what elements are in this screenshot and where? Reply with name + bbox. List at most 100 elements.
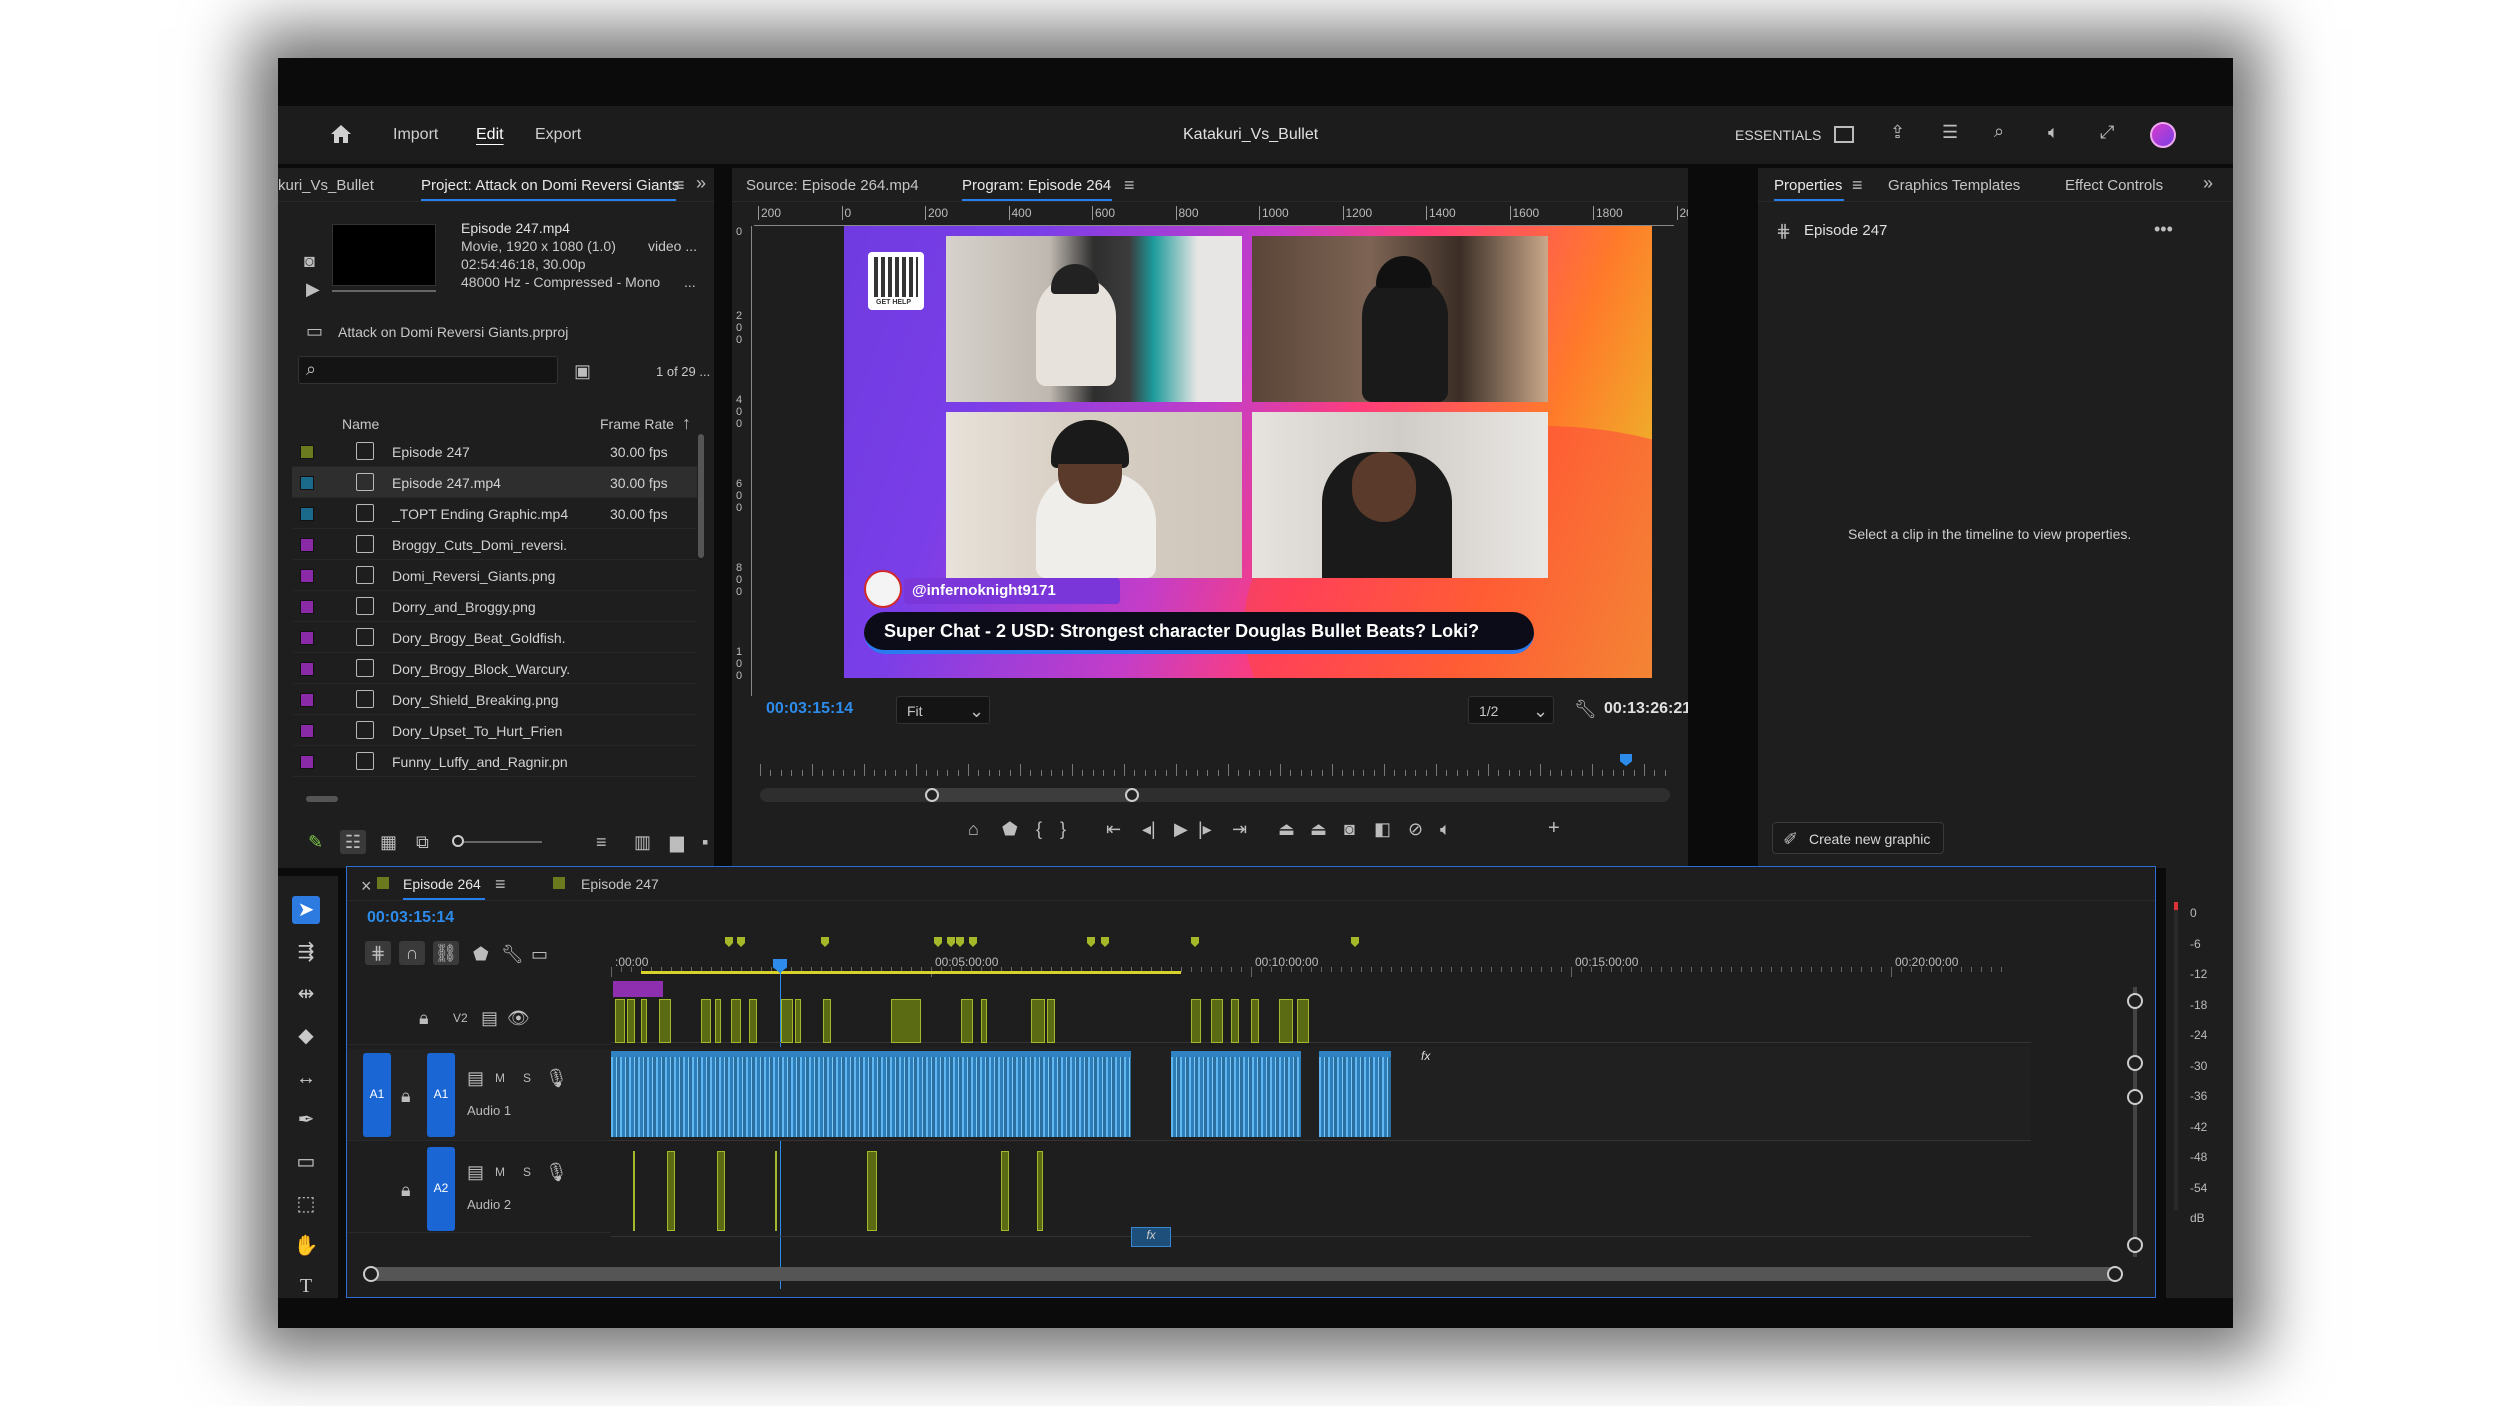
scroll-handle-left[interactable] — [363, 1266, 379, 1282]
video-clip[interactable] — [823, 999, 831, 1043]
tab-project[interactable]: Project: Attack on Domi Reversi Giants — [421, 177, 679, 194]
list-item[interactable]: Broggy_Cuts_Domi_reversi. — [292, 529, 697, 560]
caption-icon[interactable]: ▭ — [531, 945, 548, 963]
tab-episode-247[interactable]: Episode 247 — [581, 876, 659, 892]
label-color-swatch[interactable] — [300, 538, 314, 552]
selection-tool-icon[interactable]: ➤ — [292, 896, 320, 924]
tab-menu-icon[interactable]: ≡ — [1124, 176, 1135, 194]
menu-export[interactable]: Export — [535, 126, 581, 144]
vertical-scroll-handle-mid[interactable] — [2127, 1055, 2143, 1071]
pen-icon[interactable]: ✎ — [308, 833, 323, 851]
go-to-out-icon[interactable]: ⇥ — [1232, 820, 1247, 838]
work-area-bar[interactable] — [641, 971, 1181, 974]
video-clip[interactable] — [627, 999, 635, 1043]
sort-icon[interactable]: ≡ — [596, 833, 607, 851]
linked-selection-icon[interactable]: ⛓ — [433, 941, 459, 965]
list-scrollbar[interactable] — [698, 434, 704, 558]
mute-button[interactable]: M — [495, 1165, 505, 1179]
wrench-icon[interactable]: 🔧︎ — [1574, 700, 1597, 718]
menu-edit[interactable]: Edit — [476, 126, 504, 144]
audio-clip[interactable] — [1001, 1151, 1009, 1231]
volume-icon[interactable]: 🔈︎ — [2048, 123, 2059, 141]
slip-tool-icon[interactable]: ↔ — [292, 1064, 320, 1092]
video-clip[interactable] — [1251, 999, 1259, 1043]
sequence-marker[interactable] — [1087, 937, 1095, 947]
list-item[interactable]: Dory_Shield_Breaking.png — [292, 684, 697, 715]
new-item-icon[interactable]: ▪ — [702, 833, 708, 851]
video-clip[interactable] — [659, 999, 671, 1043]
label-color-swatch[interactable] — [300, 631, 314, 645]
add-button-icon[interactable]: + — [1548, 818, 1560, 838]
sequence-marker[interactable] — [1101, 937, 1109, 947]
razor-tool-icon[interactable]: ◆ — [292, 1022, 320, 1050]
video-clip[interactable] — [715, 999, 721, 1043]
zoom-slider[interactable] — [454, 841, 542, 843]
tab-properties[interactable]: Properties — [1774, 177, 1842, 194]
source-a1-patch[interactable]: A1 — [363, 1053, 391, 1137]
track-a2-target[interactable]: A2 — [427, 1147, 455, 1231]
menu-import[interactable]: Import — [393, 126, 438, 144]
extract-icon[interactable]: ⏏ — [1310, 820, 1327, 838]
vertical-scroll-handle-mid2[interactable] — [2127, 1089, 2143, 1105]
ripple-edit-icon[interactable]: ⇹ — [292, 980, 320, 1008]
fullscreen-icon[interactable]: ⤢ — [2100, 123, 2114, 141]
video-clip[interactable] — [981, 999, 987, 1043]
queue-icon[interactable]: ☰ — [1942, 123, 1958, 141]
scroll-handle-right[interactable] — [2107, 1266, 2123, 1282]
hand-tool-icon[interactable]: ✋ — [292, 1232, 320, 1260]
tab-menu-icon[interactable]: ≡ — [674, 176, 685, 194]
fit-dropdown[interactable]: Fit ⌄ — [896, 696, 990, 724]
video-clip[interactable] — [781, 999, 793, 1043]
step-forward-icon[interactable]: |▸ — [1198, 820, 1212, 838]
video-clip[interactable] — [1047, 999, 1055, 1043]
list-item[interactable]: Episode 247.mp4 30.00 fps — [292, 467, 697, 498]
mark-in-icon[interactable]: { — [1036, 820, 1042, 838]
audio-clip[interactable] — [633, 1151, 635, 1231]
clip-info-1-dropdown[interactable]: video ... — [648, 238, 697, 254]
timeline-tracks[interactable]: fx fx — [611, 979, 2031, 1247]
share-icon[interactable]: ⇪ — [1890, 123, 1905, 141]
sync-lock-icon[interactable]: ▤ — [467, 1163, 484, 1181]
list-item[interactable]: Dorry_and_Broggy.png — [292, 591, 697, 622]
zoom-slider-handle[interactable] — [452, 835, 464, 847]
label-color-swatch[interactable] — [300, 662, 314, 676]
object-select-icon[interactable]: ⬚ — [292, 1190, 320, 1218]
clip-info-3-dropdown[interactable]: ... — [684, 274, 696, 290]
wrench-icon[interactable]: 🔧︎ — [501, 945, 524, 963]
track-select-icon[interactable]: ⇶ — [292, 938, 320, 966]
new-bin-icon[interactable]: ▣ — [574, 362, 591, 380]
horizontal-scrollbar[interactable] — [306, 796, 338, 802]
zoom-scrollbar[interactable] — [760, 788, 1670, 802]
video-clip[interactable] — [749, 999, 757, 1043]
expand-panels-icon[interactable]: » — [696, 174, 706, 192]
sequence-marker[interactable] — [1191, 937, 1199, 947]
mute-button[interactable]: M — [495, 1071, 505, 1085]
label-color-swatch[interactable] — [300, 569, 314, 583]
microphone-icon[interactable]: 🎙︎ — [545, 1163, 568, 1181]
label-color-swatch[interactable] — [300, 724, 314, 738]
step-back-icon[interactable]: ◂| — [1142, 820, 1156, 838]
play-icon[interactable]: ▶ — [306, 280, 320, 298]
sequence-marker[interactable] — [956, 937, 964, 947]
timeline-horizontal-scrollbar[interactable] — [363, 1266, 2123, 1282]
tab-sequence[interactable]: kuri_Vs_Bullet — [278, 177, 374, 194]
rectangle-tool-icon[interactable]: ▭ — [292, 1148, 320, 1176]
vertical-scrollbar[interactable] — [2133, 987, 2137, 1257]
go-to-in-icon[interactable]: ⇤ — [1106, 820, 1121, 838]
video-clip[interactable] — [641, 999, 647, 1043]
video-clip[interactable] — [1211, 999, 1223, 1043]
close-icon[interactable]: × — [361, 877, 372, 895]
zoom-handle-right[interactable] — [1125, 788, 1139, 802]
tab-episode-264[interactable]: Episode 264 — [403, 876, 481, 892]
video-clip[interactable] — [1297, 999, 1309, 1043]
sync-lock-icon[interactable]: ▤ — [467, 1069, 484, 1087]
list-item[interactable]: Domi_Reversi_Giants.png — [292, 560, 697, 591]
list-item[interactable]: Funny_Luffy_and_Ragnir.pn — [292, 746, 697, 777]
create-graphic-button[interactable]: ✐ Create new graphic — [1772, 822, 1944, 854]
lock-icon[interactable]: 🔒︎ — [419, 1009, 429, 1027]
audio-clip[interactable] — [867, 1151, 877, 1231]
pen-tool-icon[interactable]: ✒ — [292, 1106, 320, 1134]
audio-clip[interactable] — [1171, 1051, 1301, 1137]
video-clip[interactable] — [795, 999, 801, 1043]
avatar[interactable] — [2150, 122, 2176, 148]
